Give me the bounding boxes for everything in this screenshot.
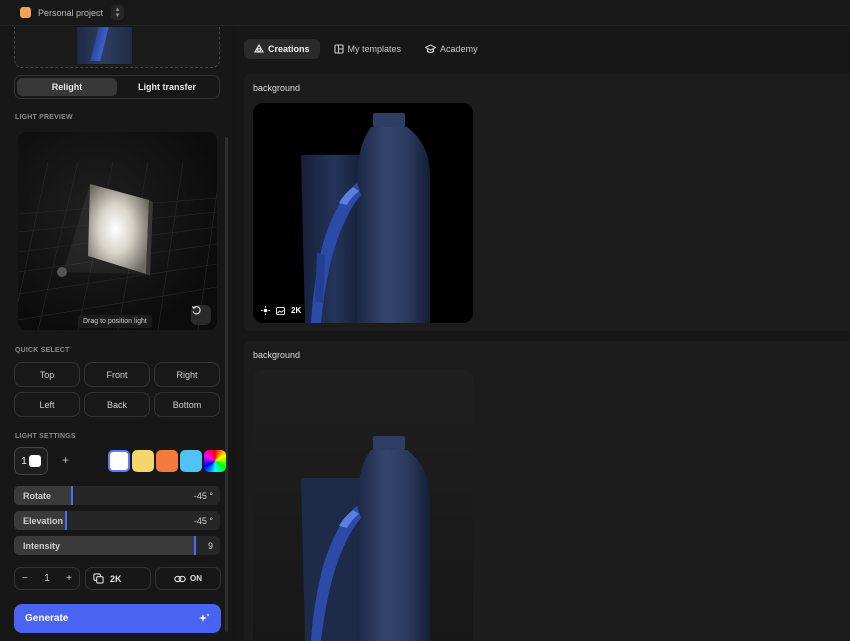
quick-select-front[interactable]: Front (84, 362, 150, 387)
color-swatches (108, 450, 226, 472)
quick-select-label: QUICK SELECT (15, 347, 70, 354)
light-preview-label: LIGHT PREVIEW (15, 114, 73, 121)
swatch-orange[interactable] (156, 450, 178, 472)
swatch-blue[interactable] (180, 450, 202, 472)
light-color-indicator (28, 455, 41, 467)
generation-controls: − 1 + 2K ON (14, 567, 221, 590)
project-name[interactable]: Personal project (38, 8, 103, 18)
tab-my-templates[interactable]: My templates (324, 39, 412, 59)
light-settings-label: LIGHT SETTINGS (15, 433, 76, 440)
tab-creations[interactable]: Creations (244, 39, 320, 59)
relight-tab[interactable]: Relight (17, 78, 117, 96)
tab-my-templates-label: My templates (347, 44, 402, 54)
reset-light-button[interactable] (191, 305, 211, 325)
intensity-value: 9 (207, 541, 213, 551)
intensity-slider[interactable]: Intensity 9 (14, 536, 220, 555)
elevation-value: -45 ° (193, 516, 213, 526)
sparkle-icon (199, 613, 210, 622)
add-light-button[interactable]: + (62, 453, 69, 467)
intensity-label: Intensity (23, 541, 61, 551)
light-settings-row: 1 + (14, 447, 226, 475)
templates-icon (333, 44, 344, 54)
quick-select-back[interactable]: Back (84, 392, 150, 417)
rotate-value: -45 ° (193, 491, 213, 501)
left-panel: Relight Light transfer LIGHT PREVIEW Dra… (0, 27, 232, 641)
rotate-slider[interactable]: Rotate -45 ° (14, 486, 220, 505)
quick-select-top[interactable]: Top (14, 362, 80, 387)
image-resolution-badge: 2K (291, 306, 302, 315)
generate-label: Generate (25, 613, 69, 624)
sun-icon[interactable] (261, 306, 270, 315)
creations-icon (254, 44, 264, 53)
creation-card-title: background (253, 83, 301, 93)
elevation-slider-handle[interactable] (64, 511, 67, 530)
elevation-slider[interactable]: Elevation -45 ° (14, 511, 220, 530)
link-icon (174, 575, 186, 582)
light-preview-viewport[interactable]: Drag to position light (18, 132, 217, 330)
resolution-button[interactable]: 2K (85, 567, 151, 590)
product-render (301, 436, 430, 641)
tab-academy[interactable]: Academy (415, 39, 488, 59)
drag-hint: Drag to position light (78, 315, 152, 328)
light-selector[interactable]: 1 (14, 447, 48, 475)
quick-select-left[interactable]: Left (14, 392, 80, 417)
swatch-yellow[interactable] (132, 450, 154, 472)
link-state: ON (190, 574, 202, 583)
intensity-slider-handle[interactable] (194, 536, 197, 555)
quantity-increment-button[interactable]: + (66, 573, 72, 584)
resolution-value: 2K (110, 573, 122, 584)
main-tabs: Creations My templates Academy (244, 39, 488, 59)
source-image-thumbnail[interactable] (14, 27, 220, 68)
top-bar: Personal project ▴ ▾ (0, 0, 850, 26)
image-icon (276, 306, 285, 315)
left-panel-scrollbar[interactable] (225, 137, 228, 632)
light-preview-scene (18, 161, 217, 330)
light-source-icon[interactable] (57, 267, 67, 277)
quantity-stepper: − 1 + (14, 567, 80, 590)
project-color-dot (20, 7, 31, 18)
swatch-white[interactable] (108, 450, 130, 472)
mode-toggle: Relight Light transfer (14, 75, 220, 99)
project-switcher-chevron-icon[interactable]: ▴ ▾ (111, 5, 125, 20)
quick-select-bottom[interactable]: Bottom (154, 392, 220, 417)
swatch-custom-color[interactable] (204, 450, 226, 472)
copy-icon (93, 573, 104, 584)
creation-image[interactable]: 2K (253, 103, 473, 323)
reset-icon (191, 305, 201, 315)
tab-creations-label: Creations (268, 44, 310, 54)
image-badges: 2K (261, 306, 301, 315)
elevation-label: Elevation (23, 516, 64, 526)
creation-card: background (244, 341, 850, 641)
rotate-slider-handle[interactable] (70, 486, 73, 505)
creation-image[interactable] (253, 370, 473, 641)
quick-select-grid: Top Front Right Left Back Bottom (14, 362, 221, 417)
link-toggle-button[interactable]: ON (155, 567, 221, 590)
rotate-label: Rotate (23, 491, 52, 501)
quantity-value[interactable]: 1 (44, 573, 50, 584)
light-count: 1 (21, 455, 27, 467)
main-content: Creations My templates Academy backgroun… (236, 27, 850, 641)
creation-card-title: background (253, 350, 301, 360)
quantity-decrement-button[interactable]: − (22, 573, 28, 584)
generate-button[interactable]: Generate (14, 604, 221, 633)
product-render (301, 113, 430, 323)
quick-select-right[interactable]: Right (154, 362, 220, 387)
graduation-cap-icon (425, 44, 437, 54)
light-transfer-tab[interactable]: Light transfer (117, 78, 217, 96)
creation-card: background (244, 74, 850, 331)
tab-academy-label: Academy (440, 44, 478, 54)
